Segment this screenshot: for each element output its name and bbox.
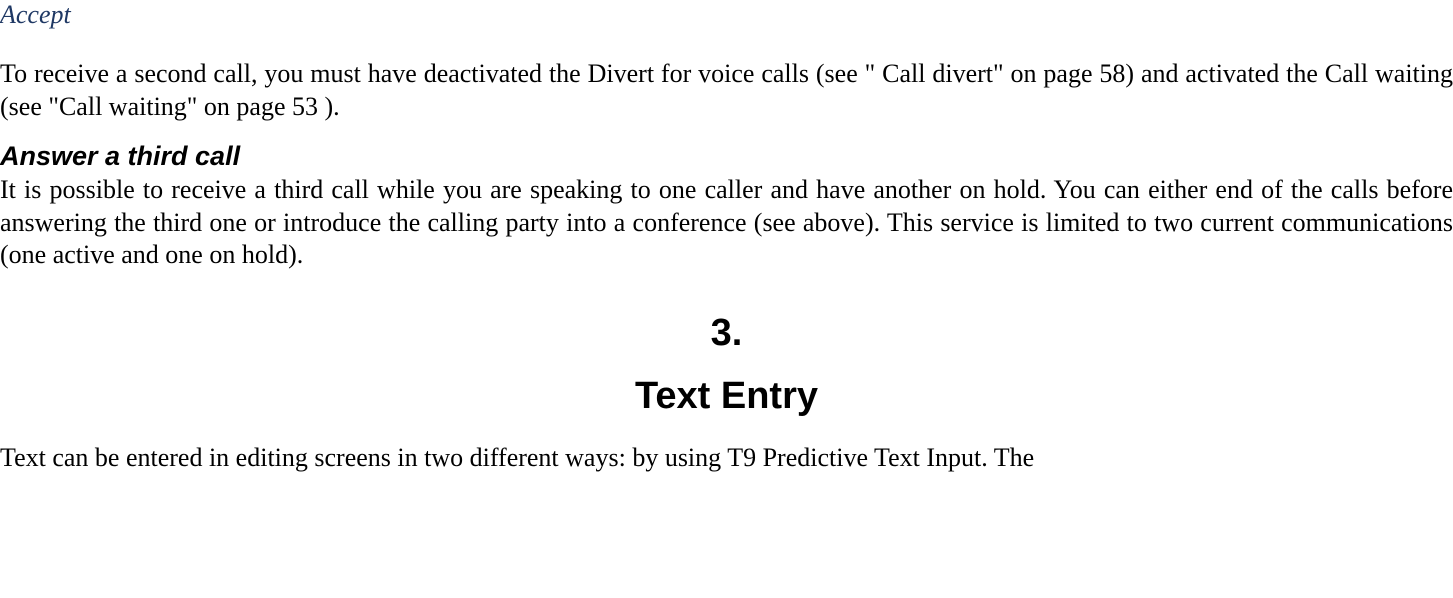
third-call-heading: Answer a third call — [0, 141, 1453, 172]
chapter-title: Text Entry — [0, 375, 1453, 418]
third-call-paragraph: It is possible to receive a third call w… — [0, 174, 1453, 272]
document-page: Accept To receive a second call, you mus… — [0, 0, 1453, 474]
chapter-number: 3. — [0, 312, 1453, 355]
accept-paragraph: To receive a second call, you must have … — [0, 58, 1453, 123]
accept-heading: Accept — [0, 0, 1453, 30]
text-entry-paragraph: Text can be entered in editing screens i… — [0, 442, 1453, 475]
